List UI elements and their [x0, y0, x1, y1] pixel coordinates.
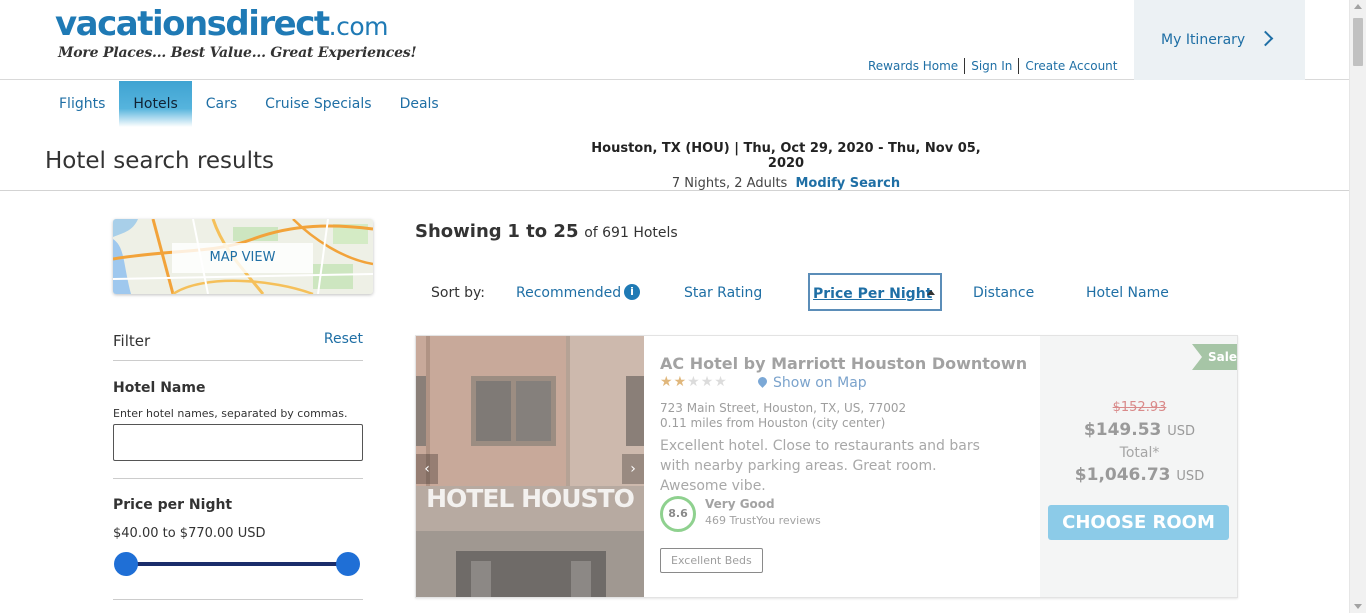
site-header: vacationsdirect.com More Places... Best …: [0, 0, 1349, 80]
hotel-description: Excellent hotel. Close to restaurants an…: [660, 438, 980, 494]
sort-option-hotel-name[interactable]: Hotel Name: [1086, 285, 1169, 301]
nightly-price-currency: USD: [1167, 424, 1196, 439]
nav-tab-hotels[interactable]: Hotels: [119, 81, 192, 127]
page-scrollbar[interactable]: [1349, 0, 1366, 613]
arrow-right-icon[interactable]: ›: [622, 454, 644, 484]
star-empty-icon: ★: [687, 374, 701, 390]
create-account-link[interactable]: Create Account: [1019, 58, 1123, 74]
hotel-name[interactable]: AC Hotel by Marriott Houston Downtown: [660, 354, 1027, 373]
sort-bar: Sort by: Recommended i Star Rating Price…: [415, 271, 1238, 313]
results-prefix: Showing: [415, 221, 502, 242]
sort-caret-up-icon: [927, 290, 935, 295]
star-filled-icon: ★: [660, 374, 674, 390]
account-links: Rewards Home Sign In Create Account: [862, 58, 1123, 74]
hotel-address: 723 Main Street, Houston, TX, US, 77002: [660, 401, 907, 415]
original-price: $152.93: [1112, 400, 1167, 415]
sort-option-price-label: Price Per Night: [813, 286, 933, 302]
scroll-up-icon[interactable]: [1354, 4, 1362, 9]
hotel-photo-image: [416, 336, 644, 597]
chevron-right-icon: [1257, 30, 1274, 47]
info-icon[interactable]: i: [624, 284, 640, 300]
price-slider-track[interactable]: [126, 562, 348, 566]
filter-header: Filter Reset: [113, 330, 363, 361]
hotel-review-count: 469 TrustYou reviews: [705, 514, 821, 527]
star-empty-icon: ★: [714, 374, 728, 390]
total-price-value: $1,046.73: [1074, 465, 1171, 485]
choose-room-button[interactable]: CHOOSE ROOM: [1048, 505, 1229, 540]
sign-in-link[interactable]: Sign In: [965, 58, 1020, 74]
site-logo[interactable]: vacationsdirect.com More Places... Best …: [55, 4, 417, 61]
search-summary: Houston, TX (HOU) | Thu, Oct 29, 2020 - …: [586, 141, 986, 191]
page-title: Hotel search results: [45, 148, 275, 174]
main-nav: Flights Hotels Cars Cruise Specials Deal…: [45, 81, 453, 127]
search-route: Houston, TX (HOU) | Thu, Oct 29, 2020 - …: [591, 141, 981, 171]
modify-search-link[interactable]: Modify Search: [795, 176, 900, 191]
hotel-name-filter-hint: Enter hotel names, separated by commas.: [113, 407, 348, 420]
star-empty-icon: ★: [700, 374, 715, 390]
price-slider-min-handle[interactable]: [114, 552, 138, 576]
map-pin-icon: [756, 375, 769, 388]
sort-option-recommended[interactable]: Recommended: [516, 285, 621, 301]
hotel-star-rating: ★★★★★: [660, 374, 728, 390]
sale-badge: Sale: [1192, 344, 1237, 370]
results-total: of 691 Hotels: [584, 225, 678, 241]
filter-divider: [113, 478, 363, 479]
arrow-left-icon[interactable]: ‹: [416, 454, 438, 484]
hotel-address-block: 723 Main Street, Houston, TX, US, 77002 …: [660, 401, 906, 431]
sort-option-price-per-night[interactable]: Price Per Night: [808, 273, 942, 311]
nav-tab-cruise-specials[interactable]: Cruise Specials: [251, 81, 385, 127]
map-preview[interactable]: MAP VIEW: [113, 219, 373, 294]
price-slider-max-handle[interactable]: [336, 552, 360, 576]
results-count: Showing 1 to 25 of 691 Hotels: [415, 221, 678, 242]
filter-title: Filter: [113, 332, 151, 350]
results-range: 1 to 25: [507, 221, 579, 242]
hotel-photo[interactable]: HOTEL HOUSTO ‹ ›: [416, 336, 644, 597]
reset-filters-link[interactable]: Reset: [324, 331, 363, 347]
sort-option-distance[interactable]: Distance: [973, 285, 1034, 301]
logo-tagline: More Places... Best Value... Great Exper…: [58, 45, 417, 61]
rewards-home-link[interactable]: Rewards Home: [862, 58, 966, 74]
price-panel: Sale $152.93 $149.53 USD Total* $1,046.7…: [1040, 336, 1237, 597]
hotel-photo-sign: HOTEL HOUSTO: [426, 486, 635, 512]
hotel-info: AC Hotel by Marriott Houston Downtown ★★…: [660, 336, 1040, 597]
logo-tld-text: .com: [328, 12, 389, 41]
nightly-price-value: $149.53: [1083, 420, 1162, 440]
star-filled-icon: ★: [673, 374, 688, 390]
logo-main-text: vacationsdirect: [55, 4, 330, 44]
my-itinerary-button[interactable]: My Itinerary: [1134, 0, 1305, 80]
hotel-distance: 0.11 miles from Houston (city center): [660, 416, 886, 430]
map-view-button[interactable]: MAP VIEW: [172, 243, 313, 273]
price-filter-title: Price per Night: [113, 497, 233, 513]
search-guests: 7 Nights, 2 Adults: [671, 176, 788, 191]
show-on-map-link[interactable]: Show on Map: [773, 375, 867, 391]
nightly-price: $149.53 USD: [1040, 420, 1237, 440]
nav-tab-flights[interactable]: Flights: [45, 81, 119, 127]
scroll-thumb[interactable]: [1353, 18, 1363, 66]
nav-tab-cars[interactable]: Cars: [192, 81, 251, 127]
total-price-currency: USD: [1176, 469, 1205, 484]
filter-divider: [113, 599, 363, 600]
price-range-text: $40.00 to $770.00 USD: [113, 526, 266, 541]
hotel-score-label: Very Good: [705, 497, 775, 511]
hotel-card: HOTEL HOUSTO ‹ › AC Hotel by Marriott Ho…: [415, 335, 1238, 598]
my-itinerary-label: My Itinerary: [1161, 32, 1246, 48]
sort-option-star-rating[interactable]: Star Rating: [684, 285, 762, 301]
nav-tab-deals[interactable]: Deals: [386, 81, 453, 127]
hotel-name-filter-title: Hotel Name: [113, 380, 206, 396]
amenity-tag: Excellent Beds: [660, 548, 763, 573]
total-label: Total*: [1119, 445, 1160, 461]
sort-label: Sort by:: [431, 285, 486, 301]
hotel-name-input[interactable]: [113, 424, 363, 461]
results-titlebar: Hotel search results Houston, TX (HOU) |…: [0, 127, 1349, 191]
hotel-score-badge: 8.6: [660, 496, 696, 532]
scroll-down-icon[interactable]: [1354, 604, 1362, 609]
total-price: $1,046.73 USD: [1040, 465, 1237, 485]
